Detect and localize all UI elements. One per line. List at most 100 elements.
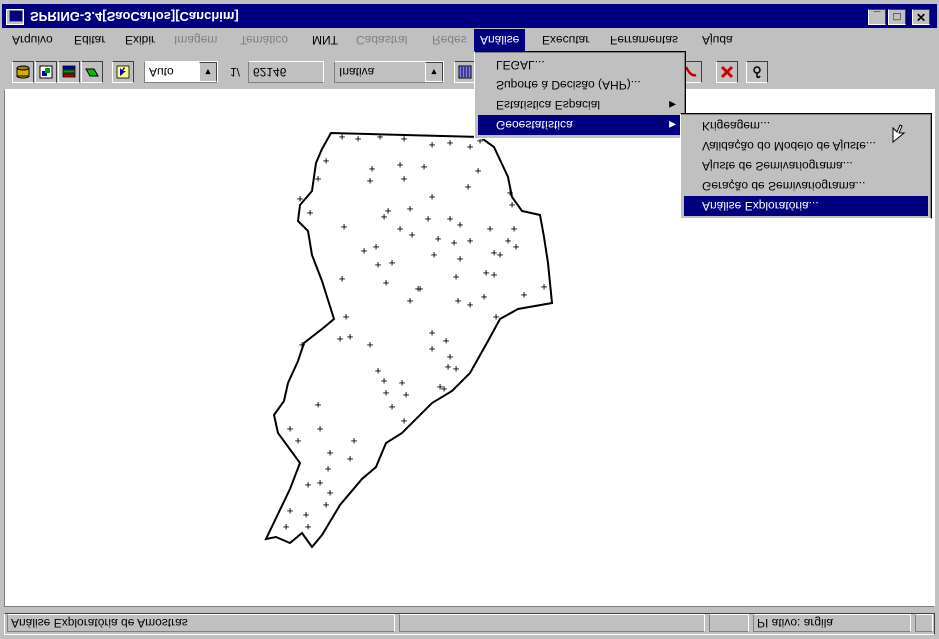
sample-point-marker: + <box>445 361 452 374</box>
sample-point-marker: + <box>383 387 390 400</box>
sample-point-marker: + <box>389 257 396 270</box>
sample-point-marker: + <box>429 343 436 356</box>
project-button[interactable] <box>35 61 57 83</box>
sample-point-marker: + <box>487 223 494 236</box>
sample-point-marker: + <box>453 271 460 284</box>
menu-tematico[interactable]: Temático <box>234 29 294 51</box>
scale-field[interactable]: 62146 <box>248 61 324 83</box>
status-pane-empty-2 <box>709 614 749 632</box>
display-icon <box>458 65 472 79</box>
sample-point-marker: + <box>497 249 504 262</box>
status-active-plane: PI ativo: argila <box>753 614 911 632</box>
drawing-mode-dropdown-icon[interactable]: ▼ <box>425 62 443 82</box>
sample-point-marker: + <box>317 477 324 490</box>
submenu-arrow-icon: ▶ <box>669 100 676 110</box>
title-bar[interactable]: SPRING-3.4[SaoCarlos][Canchim] _ □ ✕ <box>2 4 937 28</box>
sample-point-marker: + <box>315 173 322 186</box>
database-icon <box>16 65 30 79</box>
sample-point-marker: + <box>283 521 290 534</box>
menu-ajuda[interactable]: Ajuda <box>696 29 739 51</box>
sample-point-marker: + <box>429 191 436 204</box>
menu-ferramentas[interactable]: Ferramentas <box>604 29 684 51</box>
sample-point-marker: + <box>453 363 460 376</box>
sample-point-marker: + <box>367 339 374 352</box>
menu-item-legal-label: LEGAL... <box>496 58 545 72</box>
sample-point-marker: + <box>541 281 548 294</box>
sample-point-marker: + <box>375 259 382 272</box>
cursor-info-button[interactable] <box>112 61 134 83</box>
sample-point-marker: + <box>389 401 396 414</box>
database-button[interactable] <box>12 61 34 83</box>
sample-point-marker: + <box>505 235 512 248</box>
menu-mnt[interactable]: MNT <box>306 29 344 51</box>
sample-point-marker: + <box>361 245 368 258</box>
zoom-mode-value: Auto <box>149 65 174 79</box>
sample-point-marker: + <box>295 435 302 448</box>
submenu-arrow-icon: ▶ <box>669 120 676 130</box>
sample-point-marker: + <box>491 269 498 282</box>
sample-point-marker: + <box>337 333 344 346</box>
app-icon[interactable] <box>6 9 24 25</box>
menu-analise[interactable]: Análise <box>474 29 526 51</box>
menu-item-ajuste-semivariograma[interactable]: Ajuste de Semivariograma... <box>684 156 928 176</box>
sample-point-marker: + <box>513 241 520 254</box>
sample-point-marker: + <box>431 249 438 262</box>
display-button[interactable] <box>454 61 476 83</box>
plane-button[interactable] <box>81 61 103 83</box>
sample-point-marker: + <box>441 383 448 396</box>
sample-point-marker: + <box>287 423 294 436</box>
query-icon <box>753 66 761 79</box>
menu-item-legal[interactable]: LEGAL... <box>478 55 682 75</box>
menu-item-estatistica-espacial[interactable]: Estatística Espacial ▶ <box>478 95 682 115</box>
sample-point-marker: + <box>407 295 414 308</box>
sample-point-marker: + <box>493 311 500 324</box>
sample-point-marker: + <box>421 161 428 174</box>
sample-point-marker: + <box>351 435 358 448</box>
sample-point-marker: + <box>443 335 450 348</box>
sample-point-marker: + <box>475 165 482 178</box>
close-button[interactable]: ✕ <box>912 9 930 25</box>
delete-button[interactable] <box>716 61 738 83</box>
scale-prefix-label: 1/ <box>230 65 241 79</box>
sample-point-marker: + <box>339 273 346 286</box>
menu-item-suporte-decisao-label: Suporte à Decisão (AHP)... <box>496 78 641 92</box>
zoom-mode-dropdown-icon[interactable]: ▼ <box>199 62 217 82</box>
menu-item-geracao-semivariograma[interactable]: Geração de Semivariograma... <box>684 176 928 196</box>
menu-item-analise-exploratoria[interactable]: Análise Exploratória... <box>684 196 928 216</box>
sample-point-marker: + <box>397 159 404 172</box>
sample-point-marker: + <box>343 311 350 324</box>
drawing-mode-select[interactable]: Inativa ▼ <box>334 61 444 83</box>
sample-point-marker: + <box>483 267 490 280</box>
menu-item-geoestatistica[interactable]: Geoestatística ▶ <box>478 115 682 135</box>
zoom-mode-select[interactable]: Auto ▼ <box>144 61 218 83</box>
menu-item-suporte-decisao[interactable]: Suporte à Decisão (AHP)... <box>478 75 682 95</box>
sample-point-marker: + <box>415 283 422 296</box>
status-pane-empty-1 <box>399 614 705 632</box>
layers-button[interactable] <box>58 61 80 83</box>
sample-point-marker: + <box>315 399 322 412</box>
menu-arquivo[interactable]: Arquivo <box>6 29 59 51</box>
status-bar: Análise Exploratória de Amostras PI ativ… <box>4 613 935 635</box>
sample-point-marker: + <box>447 213 454 226</box>
menu-exibir[interactable]: Exibir <box>119 29 161 51</box>
layers-icon <box>62 65 76 78</box>
pan-icon <box>684 66 697 77</box>
menu-cadastral[interactable]: Cadastral <box>350 29 413 51</box>
sample-point-marker: + <box>297 193 304 206</box>
menu-imagem[interactable]: Imagem <box>168 29 223 51</box>
sample-point-marker: + <box>403 389 410 402</box>
sample-point-marker: + <box>467 299 474 312</box>
sample-point-marker: + <box>341 221 348 234</box>
scale-value: 62146 <box>253 65 287 79</box>
analise-menu: Geoestatística ▶ Estatística Espacial ▶ … <box>474 51 686 139</box>
menu-executar[interactable]: Executar <box>536 29 595 51</box>
menu-redes[interactable]: Redes <box>426 29 473 51</box>
sample-point-marker: + <box>299 339 306 352</box>
sample-point-marker: + <box>435 233 442 246</box>
menu-editar[interactable]: Editar <box>68 29 111 51</box>
sample-point-marker: + <box>305 521 312 534</box>
sample-point-marker: + <box>377 131 384 144</box>
minimize-button[interactable]: _ <box>868 9 886 25</box>
query-button[interactable] <box>746 61 768 83</box>
maximize-button[interactable]: □ <box>888 9 906 25</box>
